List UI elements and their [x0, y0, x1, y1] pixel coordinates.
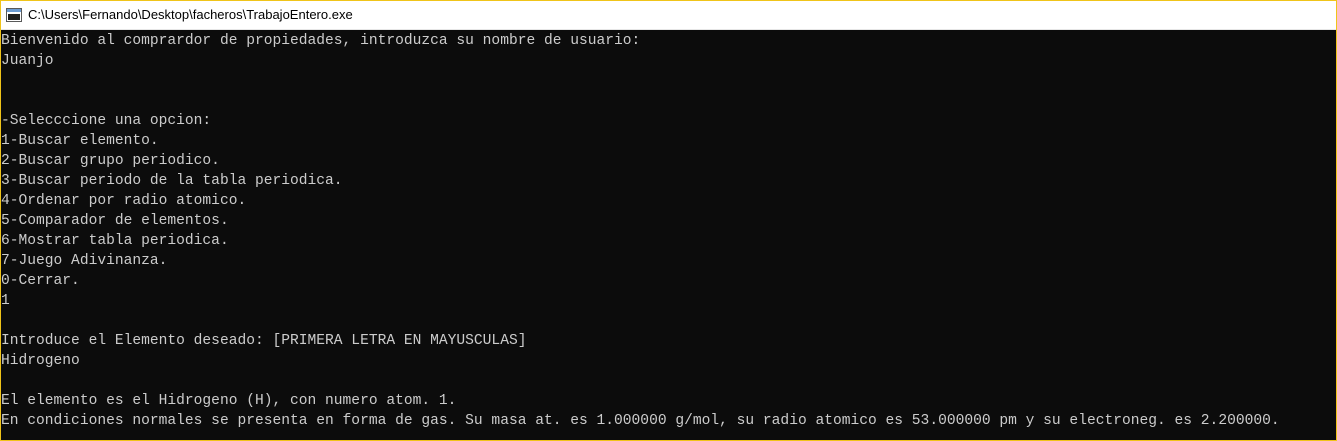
console-line-menu-option: 7-Juego Adivinanza.	[1, 253, 168, 269]
console-line-menu-option: 1-Buscar elemento.	[1, 133, 159, 149]
console-window: C:\Users\Fernando\Desktop\facheros\Traba…	[0, 0, 1337, 441]
console-line-menu-option: 0-Cerrar.	[1, 273, 80, 289]
console-line-element-prompt: Introduce el Elemento deseado: [PRIMERA …	[1, 333, 527, 349]
console-line-menu-option: 4-Ordenar por radio atomico.	[1, 193, 247, 209]
title-bar[interactable]: C:\Users\Fernando\Desktop\facheros\Traba…	[1, 1, 1336, 30]
console-line-result: El elemento es el Hidrogeno (H), con num…	[1, 393, 457, 409]
console-app-icon	[6, 8, 22, 22]
console-line-menu-header: -Selecccione una opcion:	[1, 113, 212, 129]
console-line-result-details: En condiciones normales se presenta en f…	[1, 413, 1280, 429]
console-output[interactable]: Bienvenido al comprardor de propiedades,…	[1, 30, 1336, 440]
console-line-menu-option: 3-Buscar periodo de la tabla periodica.	[1, 173, 343, 189]
console-line-menu-option: 5-Comparador de elementos.	[1, 213, 229, 229]
console-line-element-input: Hidrogeno	[1, 353, 80, 369]
console-line-user-choice: 1	[1, 293, 10, 309]
console-line-menu-option: 6-Mostrar tabla periodica.	[1, 233, 229, 249]
console-line-welcome: Bienvenido al comprardor de propiedades,…	[1, 33, 641, 49]
window-title: C:\Users\Fernando\Desktop\facheros\Traba…	[28, 7, 353, 22]
console-line-username: Juanjo	[1, 53, 54, 69]
console-line-menu-option: 2-Buscar grupo periodico.	[1, 153, 220, 169]
